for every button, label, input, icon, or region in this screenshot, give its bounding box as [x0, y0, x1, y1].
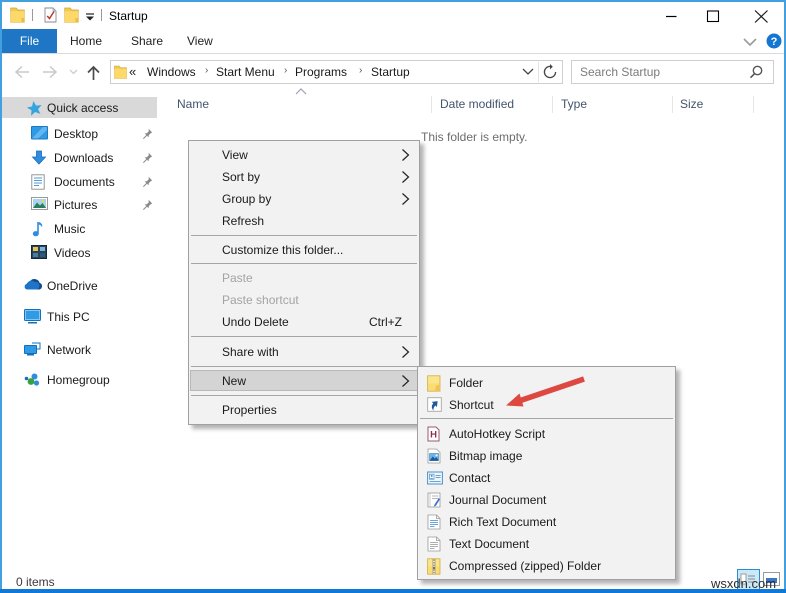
- svg-text:H: H: [430, 430, 437, 441]
- svg-text:?: ?: [771, 36, 778, 48]
